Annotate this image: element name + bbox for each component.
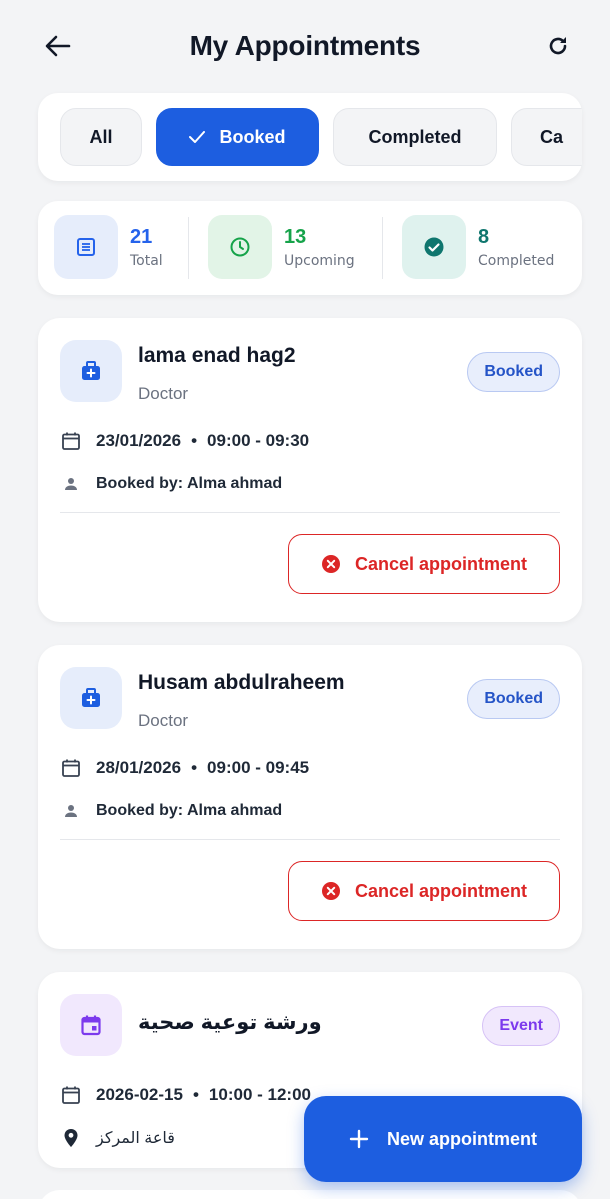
provider-role: Doctor (138, 711, 189, 730)
location-pin-icon (60, 1127, 82, 1149)
clock-icon (208, 215, 272, 279)
cancel-appointment-button[interactable]: Cancel appointment (288, 861, 560, 921)
appointment-date: 28/01/2026 (96, 758, 182, 777)
bullet-separator: • (191, 431, 198, 450)
app-header: My Appointments (0, 0, 610, 92)
back-button[interactable] (40, 28, 76, 64)
stats-bar: 21 Total 13 Upcoming 8 Completed (38, 201, 582, 295)
cancel-appointment-button[interactable]: Cancel appointment (288, 534, 560, 594)
appointment-datetime: 28/01/2026 • 09:00 - 09:45 (60, 757, 309, 779)
medical-bag-icon (60, 667, 122, 729)
calendar-icon (60, 1084, 82, 1106)
booked-by-row: Booked by: Alma ahmad (60, 800, 282, 822)
provider-name: Husam abdulraheem (138, 671, 345, 694)
refresh-button[interactable] (540, 28, 576, 64)
bullet-separator: • (191, 758, 198, 777)
filter-chip-booked[interactable]: Booked (156, 108, 319, 166)
filter-chip-label: Completed (368, 126, 462, 147)
check-icon (189, 131, 206, 143)
appointment-datetime: 23/01/2026 • 09:00 - 09:30 (60, 430, 309, 452)
filter-chip-label: Ca (540, 126, 564, 147)
bullet-separator: • (192, 1085, 199, 1104)
calendar-icon (60, 757, 82, 779)
event-calendar-icon (60, 994, 122, 1056)
stat-upcoming: 13 Upcoming (208, 215, 355, 279)
appointment-date: 23/01/2026 (96, 431, 182, 450)
check-circle-icon (402, 215, 466, 279)
list-icon (54, 215, 118, 279)
card-divider (60, 839, 560, 840)
cancel-circle-icon (321, 554, 341, 574)
event-date: 2026-02-15 (96, 1085, 183, 1104)
filter-chip-all[interactable]: All (60, 108, 142, 166)
divider (188, 217, 189, 279)
person-icon (60, 473, 82, 495)
booked-by-text: Booked by: Alma ahmad (96, 802, 283, 819)
stat-upcoming-value: 13 (284, 226, 307, 248)
next-card-peek (38, 1190, 582, 1199)
cancel-appointment-label: Cancel appointment (354, 553, 528, 574)
refresh-icon (549, 37, 567, 55)
stat-upcoming-label: Upcoming (284, 253, 355, 269)
event-name: ورشة توعية صحية (138, 1011, 322, 1034)
stat-completed: 8 Completed (402, 215, 554, 279)
filter-chip-label: Booked (219, 126, 286, 147)
appointment-time: 09:00 - 09:45 (207, 758, 310, 777)
medical-bag-icon (60, 340, 122, 402)
event-location: قاعة المركز (96, 1130, 175, 1147)
calendar-icon (60, 430, 82, 452)
event-time: 10:00 - 12:00 (208, 1085, 311, 1104)
cancel-circle-icon (321, 881, 341, 901)
appointment-card[interactable]: lama enad hag2 Doctor Booked 23/01/2026 … (38, 318, 582, 622)
person-icon (60, 800, 82, 822)
stat-total-label: Total (130, 253, 163, 269)
new-appointment-label: New appointment (386, 1128, 537, 1149)
filter-chip-label: All (89, 126, 113, 147)
booked-by-text: Booked by: Alma ahmad (96, 475, 283, 492)
stat-total-value: 21 (130, 226, 153, 248)
booked-by-row: Booked by: Alma ahmad (60, 473, 282, 495)
event-datetime: 2026-02-15 • 10:00 - 12:00 (60, 1084, 311, 1106)
appointment-time: 09:00 - 09:30 (207, 431, 310, 450)
cancel-appointment-label: Cancel appointment (354, 880, 528, 901)
plus-icon (349, 1129, 369, 1149)
stat-completed-value: 8 (478, 226, 490, 248)
provider-role: Doctor (138, 384, 189, 403)
event-location-row: قاعة المركز (60, 1127, 175, 1149)
page-title: My Appointments (189, 30, 421, 61)
stat-completed-label: Completed (478, 253, 555, 269)
status-badge: Booked (467, 352, 560, 392)
stat-total: 21 Total (54, 215, 163, 279)
filter-chip-cancelled[interactable]: Ca (511, 108, 582, 166)
divider (382, 217, 383, 279)
status-badge: Booked (467, 679, 560, 719)
arrow-left-icon (45, 35, 71, 57)
provider-name: lama enad hag2 (138, 344, 296, 367)
filter-chip-completed[interactable]: Completed (333, 108, 497, 166)
appointment-card[interactable]: Husam abdulraheem Doctor Booked 28/01/20… (38, 645, 582, 949)
status-badge: Event (482, 1006, 560, 1046)
new-appointment-button[interactable]: New appointment (304, 1096, 582, 1182)
filter-bar: All Booked Completed Ca (38, 93, 582, 181)
card-divider (60, 512, 560, 513)
